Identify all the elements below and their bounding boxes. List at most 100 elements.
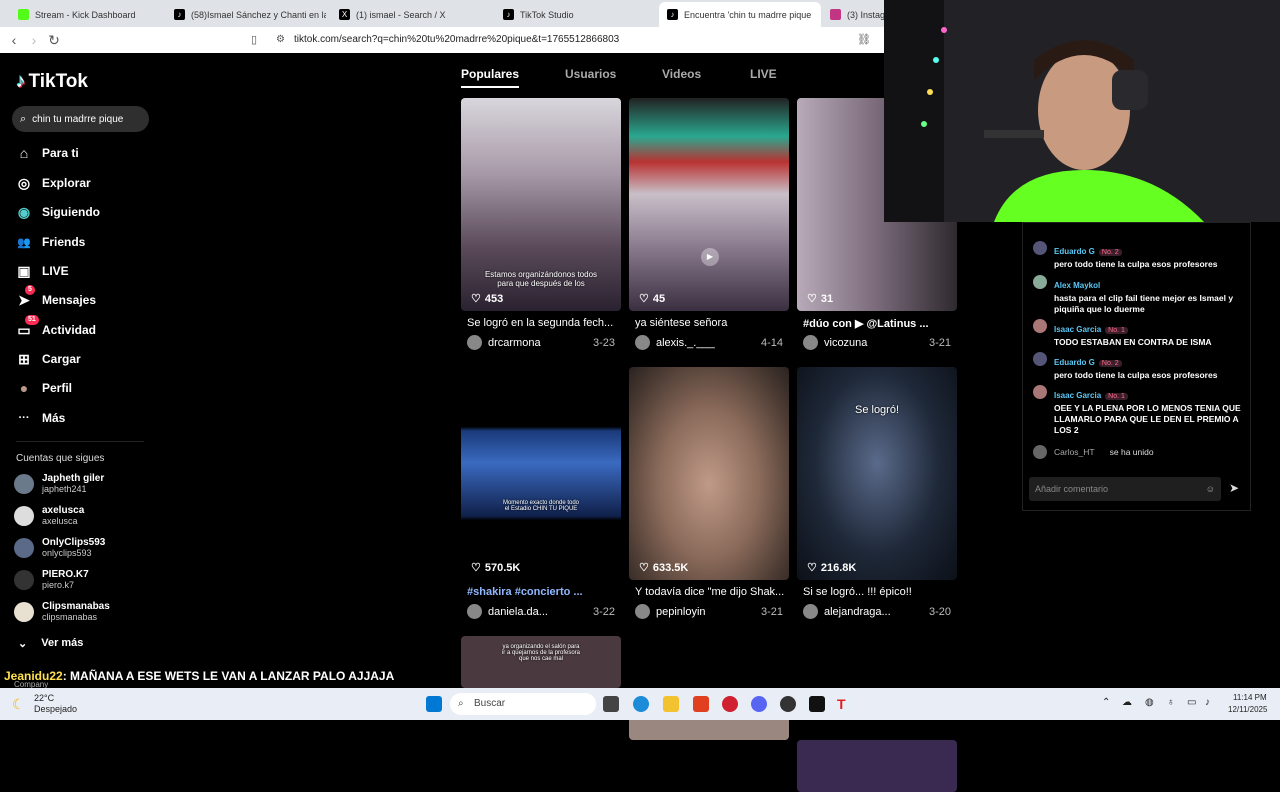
video-card[interactable]: Estamos organizándonos todos para que de… <box>461 98 621 350</box>
clock-time[interactable]: 11:14 PM <box>1233 693 1267 702</box>
video-thumbnail[interactable]: ya organizando el salón para ir a quejar… <box>461 636 621 688</box>
chat-username[interactable]: Eduardo G <box>1054 247 1095 256</box>
browser-tab-active[interactable]: ♪Encuentra 'chin tu madrre pique✕ <box>659 2 821 27</box>
obs-icon[interactable] <box>780 696 796 712</box>
more-icon: ··· <box>18 412 30 424</box>
tray-icon[interactable]: ☁ <box>1122 697 1132 708</box>
browser-tab[interactable]: ♪ TikTok Studio <box>495 2 655 27</box>
nav-item-mas[interactable]: ··· Más <box>16 410 66 426</box>
weather-desc[interactable]: Despejado <box>34 704 77 714</box>
author-name[interactable]: daniela.da... <box>488 606 548 618</box>
account-item[interactable]: Japheth giler japheth241 <box>14 473 104 495</box>
display-icon[interactable]: ▭ <box>1187 697 1196 708</box>
video-card[interactable]: Momento exacto donde todo el Estadio CHI… <box>461 367 621 619</box>
emoji-icon[interactable]: ☺ <box>1206 477 1215 501</box>
browser-tab[interactable]: ♪ (58)Ismael Sánchez y Chanti en la M <box>166 2 326 27</box>
author-name[interactable]: pepinloyin <box>656 606 706 618</box>
nav-item-mensajes[interactable]: ➤ 5 Mensajes <box>16 285 96 308</box>
edge-icon[interactable] <box>633 696 649 712</box>
nav-item-explorar[interactable]: ◎ Explorar <box>16 175 91 191</box>
video-thumbnail[interactable]: ♡ 633.5K <box>629 367 789 580</box>
author-name[interactable]: alejandraga... <box>824 606 891 618</box>
nav-item-perfil[interactable]: ● Perfil <box>16 380 72 396</box>
windows-start-icon[interactable] <box>426 696 442 712</box>
video-card[interactable]: ▶ ♡ 45 ya siéntese señora alexis._.___ 4-1… <box>629 98 789 350</box>
brave-icon[interactable] <box>693 696 709 712</box>
chat-text: TODO ESTABAN EN CONTRA DE ISMA <box>1054 337 1212 347</box>
author-name[interactable]: vicozuna <box>824 337 867 349</box>
clock-date[interactable]: 12/11/2025 <box>1228 705 1267 714</box>
video-thumbnail[interactable]: Se logró! ♡ 216.8K <box>797 367 957 580</box>
activity-icon: ▭ 51 <box>16 315 39 338</box>
weather-temp[interactable]: 22°C <box>34 693 54 703</box>
chat-username[interactable]: Alex Maykol <box>1054 281 1100 290</box>
chat-username[interactable]: Isaac Garcia <box>1054 391 1101 400</box>
browser-tab[interactable]: (3) Instagra <box>822 2 884 27</box>
avatar <box>1033 445 1047 459</box>
tiktok-logo[interactable]: ♪ TikTok <box>16 71 88 93</box>
tiktok-icon[interactable] <box>809 696 825 712</box>
video-card[interactable]: Se logró! ♡ 216.8K Si se logró... !!! épi… <box>797 367 957 619</box>
chevron-up-icon[interactable]: ⌃ <box>1102 697 1110 708</box>
taskbar-search[interactable]: ⌕ Buscar <box>450 693 596 715</box>
video-date: 3-21 <box>760 605 783 618</box>
account-item[interactable]: Clipsmanabas clipsmanabas <box>14 601 110 623</box>
app-icon[interactable] <box>722 696 738 712</box>
tab-live[interactable]: LIVE <box>750 67 777 81</box>
tab-videos[interactable]: Videos <box>662 67 701 81</box>
reload-icon[interactable]: ↻ <box>46 32 62 48</box>
search-input[interactable]: ⌕ chin tu madrre pique <box>12 106 149 132</box>
video-caption[interactable]: #shakira #concierto ... <box>461 586 621 600</box>
microphone-icon[interactable]: ♁ <box>1167 697 1175 708</box>
site-info-icon[interactable]: ⚙ <box>276 31 285 49</box>
nav-item-friends[interactable]: 👥 Friends <box>16 234 85 250</box>
account-item[interactable]: axelusca axelusca <box>14 505 84 527</box>
address-bar[interactable]: ⚙ tiktok.com/search?q=chin%20tu%20madrre%… <box>270 31 850 49</box>
browser-tab[interactable]: Stream - Kick Dashboard <box>10 2 170 27</box>
account-item[interactable]: PIERO.K7 piero.k7 <box>14 569 89 591</box>
chat-username[interactable]: Eduardo G <box>1054 358 1095 367</box>
video-card[interactable]: ♡ 633.5K Y todavía dice "me dijo Shak... … <box>629 367 789 619</box>
browser-tab[interactable]: X (1) ismael - Search / X <box>331 2 491 27</box>
x-icon: X <box>339 9 350 20</box>
account-item[interactable]: OnlyClips593 onlyclips593 <box>14 537 105 559</box>
nav-item-para-ti[interactable]: ⌂ Para ti <box>16 145 79 161</box>
author-name[interactable]: alexis._.___ <box>656 337 715 349</box>
comment-input[interactable]: Añadir comentario ☺ <box>1029 477 1221 501</box>
tiktok-note-icon: ♪ <box>16 71 26 92</box>
video-thumbnail[interactable]: Estamos organizándonos todos para que de… <box>461 98 621 311</box>
nav-item-cargar[interactable]: ⊞ Cargar <box>16 351 81 367</box>
see-more-button[interactable]: ⌄ Ver más <box>18 637 83 650</box>
video-caption[interactable]: Y todavía dice "me dijo Shak... <box>629 586 789 600</box>
video-thumbnail[interactable]: Momento exacto donde todo el Estadio CHI… <box>461 367 621 580</box>
video-caption[interactable]: ya siéntese señora <box>629 317 789 331</box>
author-name[interactable]: drcarmona <box>488 337 541 349</box>
video-date: 4-14 <box>760 336 783 349</box>
video-caption[interactable]: #dúo con ▶ @Latinus ... <box>797 317 957 331</box>
discord-icon[interactable] <box>751 696 767 712</box>
tab-populares[interactable]: Populares <box>461 67 520 88</box>
forward-icon[interactable]: › <box>26 32 42 48</box>
task-view-icon[interactable] <box>603 696 619 712</box>
tiktok-icon: ♪ <box>503 9 514 20</box>
chat-username[interactable]: Isaac Garcia <box>1054 325 1101 334</box>
video-caption[interactable]: Si se logró... !!! épico!! <box>797 586 957 600</box>
nav-item-siguiendo[interactable]: ◉ Siguiendo <box>16 204 100 220</box>
bookmark-icon[interactable]: ▯ <box>246 32 262 48</box>
video-thumbnail[interactable]: ▶ ♡ 45 <box>629 98 789 311</box>
nav-item-actividad[interactable]: ▭ 51 Actividad <box>16 315 96 338</box>
nav-item-live[interactable]: ▣ LIVE <box>16 263 68 279</box>
back-icon[interactable]: ‹ <box>6 32 22 48</box>
network-icon[interactable]: ◍ <box>1145 697 1154 708</box>
video-caption[interactable]: Se logró en la segunda fech... <box>461 317 621 331</box>
app-t-icon[interactable]: T <box>837 696 853 712</box>
volume-icon[interactable]: ♪ <box>1205 697 1210 708</box>
video-thumbnail[interactable] <box>797 740 957 792</box>
nav-label: Cargar <box>42 352 81 366</box>
send-icon[interactable]: ➤ <box>1229 481 1239 495</box>
extension-icon[interactable]: ⛓ <box>856 32 872 48</box>
author-avatar <box>467 604 482 619</box>
tab-usuarios[interactable]: Usuarios <box>565 67 616 81</box>
messages-badge: 5 <box>25 285 35 295</box>
file-explorer-icon[interactable] <box>663 696 679 712</box>
